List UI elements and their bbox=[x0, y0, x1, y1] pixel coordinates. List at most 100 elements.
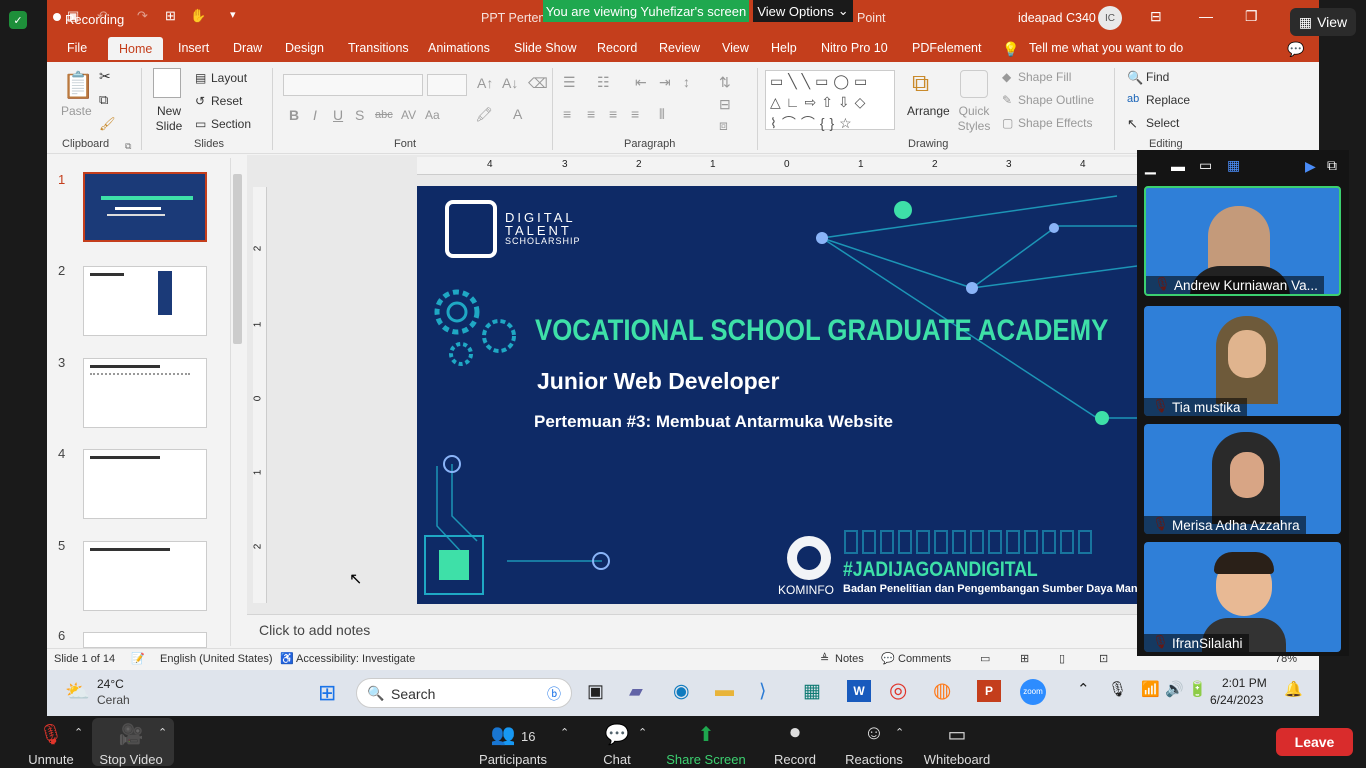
security-shield-icon[interactable]: ✓ bbox=[9, 11, 27, 29]
participants-options-icon[interactable]: ⌃ bbox=[560, 726, 569, 739]
slide-thumb-6[interactable] bbox=[83, 632, 207, 648]
slide-thumb-2[interactable] bbox=[83, 266, 207, 336]
arrange-button[interactable]: Arrange bbox=[907, 104, 950, 118]
unmute-button[interactable]: 🎙 Unmute bbox=[20, 722, 82, 767]
reset-icon[interactable]: ↺ bbox=[195, 94, 205, 108]
reactions-options-icon[interactable]: ⌃ bbox=[895, 726, 904, 739]
tab-animations[interactable]: Animations bbox=[428, 41, 490, 55]
calculator-icon[interactable]: ▦ bbox=[803, 680, 821, 703]
undo-icon[interactable]: ↶ bbox=[97, 8, 108, 24]
firefox-icon[interactable]: ◍ bbox=[933, 678, 951, 703]
comments-icon[interactable]: 💬 bbox=[1287, 41, 1304, 58]
text-direction-icon[interactable]: ⇅ bbox=[719, 74, 731, 91]
paste-icon[interactable]: 📋 bbox=[62, 70, 94, 101]
section-icon[interactable]: ▭ bbox=[195, 117, 206, 131]
chat-options-icon[interactable]: ⌃ bbox=[638, 726, 647, 739]
vscode-icon[interactable]: ⟩ bbox=[759, 680, 766, 703]
mic-tray-icon[interactable]: 🎙 bbox=[1108, 680, 1127, 698]
ribbon-display-icon[interactable]: ⊟ bbox=[1150, 8, 1162, 25]
tell-me-search[interactable]: Tell me what you want to do bbox=[1029, 41, 1183, 55]
scroll-thumb[interactable] bbox=[233, 174, 242, 344]
shrink-font-icon[interactable]: A↓ bbox=[502, 75, 518, 91]
wifi-icon[interactable]: 📶 bbox=[1141, 680, 1160, 698]
notes-button[interactable]: Notes bbox=[835, 653, 864, 665]
thumbnail-view-icon[interactable]: ▬ bbox=[1171, 158, 1185, 174]
layout-button[interactable]: Layout bbox=[211, 71, 247, 85]
slide-thumb-3[interactable] bbox=[83, 358, 207, 428]
increase-indent-icon[interactable]: ⇥ bbox=[659, 74, 671, 91]
replace-button[interactable]: Replace bbox=[1146, 93, 1190, 107]
zoom-app-icon[interactable]: zoom bbox=[1020, 679, 1046, 705]
layout-icon[interactable]: ▤ bbox=[195, 71, 206, 85]
slide-thumb-1[interactable] bbox=[83, 172, 207, 242]
weather-temp[interactable]: 24°C bbox=[97, 677, 124, 691]
find-icon[interactable]: 🔍 bbox=[1127, 70, 1143, 86]
notes-pane[interactable]: Click to add notes bbox=[247, 614, 1137, 648]
section-button[interactable]: Section bbox=[211, 117, 251, 131]
current-slide[interactable]: DIGITAL TALENT SCHOLARSHIP VOCATIONAL SC… bbox=[417, 186, 1137, 604]
smartart-icon[interactable]: ⧈ bbox=[719, 117, 728, 134]
minimize-icon[interactable]: — bbox=[1199, 8, 1213, 24]
spacing-icon[interactable]: AV bbox=[401, 108, 416, 122]
quick-styles-icon[interactable] bbox=[960, 70, 988, 98]
underline-icon[interactable]: U bbox=[333, 107, 343, 123]
shape-effects-icon[interactable]: ▢ bbox=[1002, 116, 1013, 130]
format-painter-icon[interactable]: 🖌 bbox=[99, 116, 116, 132]
volume-icon[interactable]: 🔊 bbox=[1165, 680, 1184, 698]
tray-chevron-icon[interactable]: ⌃ bbox=[1077, 680, 1090, 698]
participants-button[interactable]: 👥 16 Participants bbox=[474, 722, 552, 767]
shape-effects-button[interactable]: Shape Effects bbox=[1018, 116, 1093, 130]
align-right-icon[interactable]: ≡ bbox=[609, 106, 617, 122]
maximize-icon[interactable]: ❐ bbox=[1245, 8, 1258, 25]
select-icon[interactable]: ↖ bbox=[1127, 116, 1138, 132]
paste-button[interactable]: Paste bbox=[61, 104, 92, 118]
reset-button[interactable]: Reset bbox=[211, 94, 242, 108]
weather-icon[interactable]: ⛅ bbox=[65, 679, 90, 704]
minimize-gallery-icon[interactable]: ▁ bbox=[1145, 158, 1156, 175]
notes-placeholder[interactable]: Click to add notes bbox=[259, 622, 370, 638]
qat-customize-icon[interactable]: ▾ bbox=[230, 8, 236, 21]
tab-home[interactable]: Home bbox=[108, 37, 164, 60]
language-label[interactable]: English (United States) bbox=[160, 653, 273, 665]
accessibility-icon[interactable]: ♿ bbox=[280, 652, 294, 665]
slide-thumb-5[interactable] bbox=[83, 541, 207, 611]
speaker-view-icon[interactable]: ▭ bbox=[1199, 157, 1212, 174]
align-text-icon[interactable]: ⊟ bbox=[719, 96, 731, 113]
bullets-icon[interactable]: ☰ bbox=[563, 74, 576, 91]
audio-options-icon[interactable]: ⌃ bbox=[74, 726, 83, 739]
clear-format-icon[interactable]: ⌫ bbox=[528, 75, 548, 92]
shapes-gallery[interactable]: ▭╲╲▭◯▭ △∟⇨⇧⇩◇ ⌇⌒⌒{}☆ bbox=[765, 70, 895, 131]
word-icon[interactable]: W bbox=[847, 680, 871, 702]
highlight-icon[interactable]: 🖍 bbox=[475, 106, 493, 123]
decrease-indent-icon[interactable]: ⇤ bbox=[635, 74, 647, 91]
stop-video-button[interactable]: 🎥 Stop Video bbox=[95, 722, 167, 767]
tab-design[interactable]: Design bbox=[285, 41, 324, 55]
comments-status-icon[interactable]: 💬 bbox=[881, 652, 895, 665]
participant-tile[interactable]: 🎙 Andrew Kurniawan Va... bbox=[1144, 186, 1341, 296]
shape-fill-icon[interactable]: ◆ bbox=[1002, 70, 1011, 84]
change-case-icon[interactable]: Aa bbox=[425, 108, 440, 122]
tab-nitro[interactable]: Nitro Pro 10 bbox=[821, 41, 888, 55]
leave-button[interactable]: Leave bbox=[1276, 728, 1353, 756]
file-explorer-icon[interactable]: ▬ bbox=[715, 680, 734, 702]
shape-fill-button[interactable]: Shape Fill bbox=[1018, 70, 1071, 84]
clock-time[interactable]: 2:01 PM bbox=[1222, 676, 1267, 690]
clipboard-launcher-icon[interactable]: ⧉ bbox=[125, 141, 131, 152]
user-avatar[interactable]: IC bbox=[1098, 6, 1122, 30]
present-icon[interactable]: ⊞ bbox=[165, 8, 176, 24]
weather-desc[interactable]: Cerah bbox=[97, 693, 130, 707]
notifications-icon[interactable]: 🔔 bbox=[1284, 680, 1303, 698]
whiteboard-button[interactable]: ▭ Whiteboard bbox=[920, 722, 994, 767]
columns-icon[interactable]: ⫴ bbox=[659, 106, 665, 123]
chrome-icon[interactable]: ◎ bbox=[889, 678, 907, 703]
redo-icon[interactable]: ↷ bbox=[137, 8, 148, 24]
cut-icon[interactable]: ✂ bbox=[99, 68, 111, 85]
replace-icon[interactable]: ab bbox=[1127, 93, 1139, 105]
line-spacing-icon[interactable]: ↕ bbox=[683, 74, 690, 90]
tab-review[interactable]: Review bbox=[659, 41, 700, 55]
view-button[interactable]: ▦ View bbox=[1290, 8, 1356, 36]
spellcheck-icon[interactable]: 📝 bbox=[131, 652, 145, 665]
tab-help[interactable]: Help bbox=[771, 41, 797, 55]
quick-styles-button[interactable]: Quick Styles bbox=[952, 104, 996, 134]
video-options-icon[interactable]: ⌃ bbox=[158, 726, 167, 739]
